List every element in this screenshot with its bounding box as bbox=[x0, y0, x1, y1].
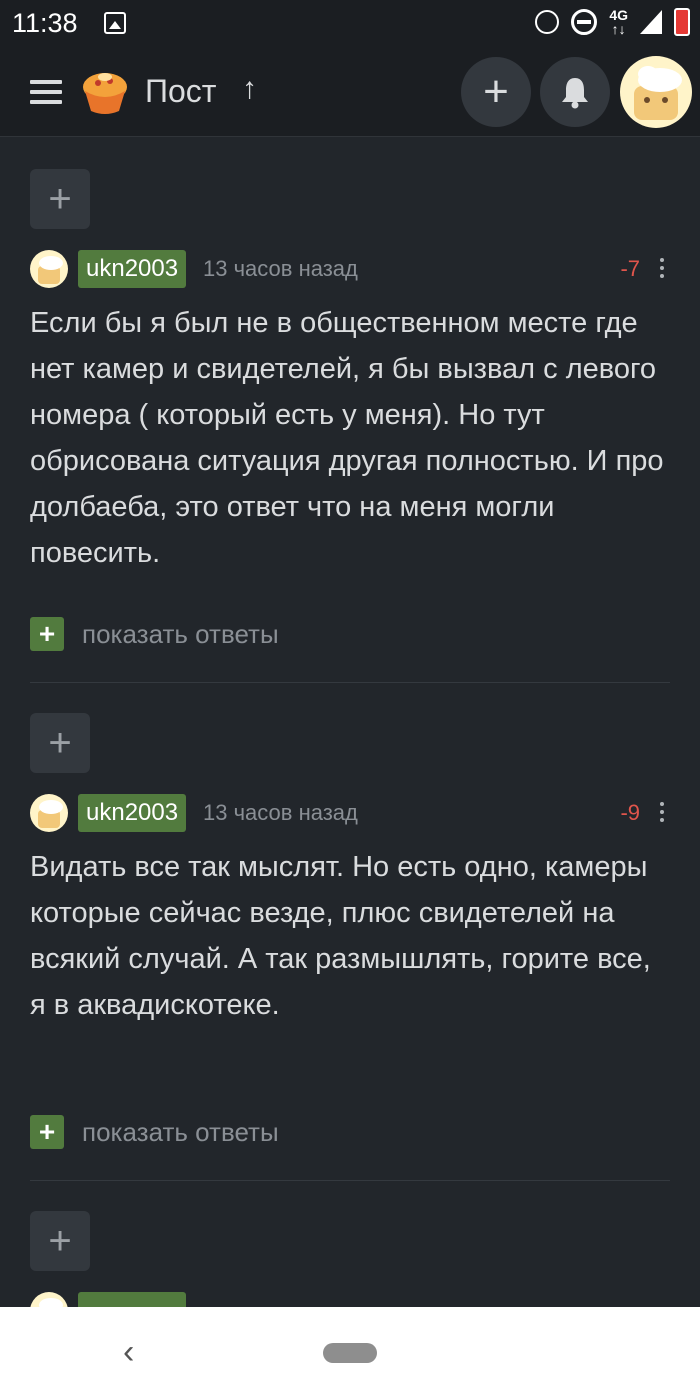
network-arrows: ↑↓ bbox=[611, 21, 626, 37]
avatar[interactable] bbox=[30, 794, 68, 832]
show-replies-label: показать ответы bbox=[82, 619, 279, 649]
system-nav-bar: ‹ bbox=[0, 1307, 700, 1400]
signal-icon bbox=[640, 10, 662, 34]
expand-thread-button[interactable]: + bbox=[30, 713, 90, 773]
logo-icon[interactable] bbox=[78, 65, 132, 119]
more-options-icon[interactable] bbox=[660, 258, 664, 282]
comment-time[interactable]: 13 часов назад bbox=[203, 794, 358, 832]
avatar[interactable] bbox=[30, 250, 68, 288]
notifications-button[interactable] bbox=[540, 57, 610, 127]
comment-header: ukn2003 13 часов назад -7 bbox=[30, 250, 670, 290]
menu-icon[interactable] bbox=[30, 80, 62, 104]
comments-feed[interactable]: + ukn2003 13 часов назад -7 Если бы я бы… bbox=[0, 137, 700, 1307]
battery-icon bbox=[674, 8, 690, 36]
avatar[interactable] bbox=[30, 1292, 68, 1307]
username-badge[interactable] bbox=[78, 1292, 186, 1307]
more-options-icon[interactable] bbox=[660, 802, 664, 826]
divider bbox=[30, 682, 670, 683]
comment-rating: -9 bbox=[620, 800, 640, 825]
home-pill[interactable] bbox=[323, 1343, 377, 1363]
plus-icon: + bbox=[483, 67, 509, 116]
divider bbox=[30, 1180, 670, 1181]
username-badge[interactable]: ukn2003 bbox=[78, 250, 187, 288]
status-time: 11:38 bbox=[12, 8, 78, 38]
network-type: 4G bbox=[609, 7, 628, 23]
page-title: Пост bbox=[145, 73, 217, 109]
arrow-up-icon[interactable]: ↑ bbox=[242, 72, 257, 106]
comment-text: Если бы я был не в общественном месте гд… bbox=[30, 307, 664, 569]
status-bar: 11:38 4G ↑↓ bbox=[0, 0, 700, 50]
alarm-icon bbox=[535, 10, 560, 34]
show-replies-label: показать ответы bbox=[82, 1117, 279, 1147]
system-icons: 4G ↑↓ bbox=[535, 8, 690, 36]
back-icon[interactable]: ‹ bbox=[123, 1333, 134, 1372]
do-not-disturb-icon bbox=[571, 9, 598, 35]
add-post-button[interactable]: + bbox=[461, 57, 531, 127]
comment-time[interactable]: 13 часов назад bbox=[203, 250, 358, 288]
plus-icon: + bbox=[30, 617, 64, 651]
comment-header-partial bbox=[30, 1292, 670, 1307]
comment-rating: -7 bbox=[620, 256, 640, 281]
profile-avatar[interactable] bbox=[620, 56, 692, 128]
expand-thread-button[interactable]: + bbox=[30, 1211, 90, 1271]
plus-icon: + bbox=[30, 1115, 64, 1149]
top-app-bar: Пост ↑ + bbox=[0, 50, 700, 137]
username-badge[interactable]: ukn2003 bbox=[78, 794, 187, 832]
network-indicator: 4G ↑↓ bbox=[609, 8, 628, 36]
bell-icon bbox=[562, 78, 588, 109]
image-icon bbox=[104, 12, 126, 34]
comment-text: Видать все так мыслят. Но есть одно, кам… bbox=[30, 851, 651, 1021]
comment-header: ukn2003 13 часов назад -9 bbox=[30, 794, 670, 834]
expand-thread-button[interactable]: + bbox=[30, 169, 90, 229]
